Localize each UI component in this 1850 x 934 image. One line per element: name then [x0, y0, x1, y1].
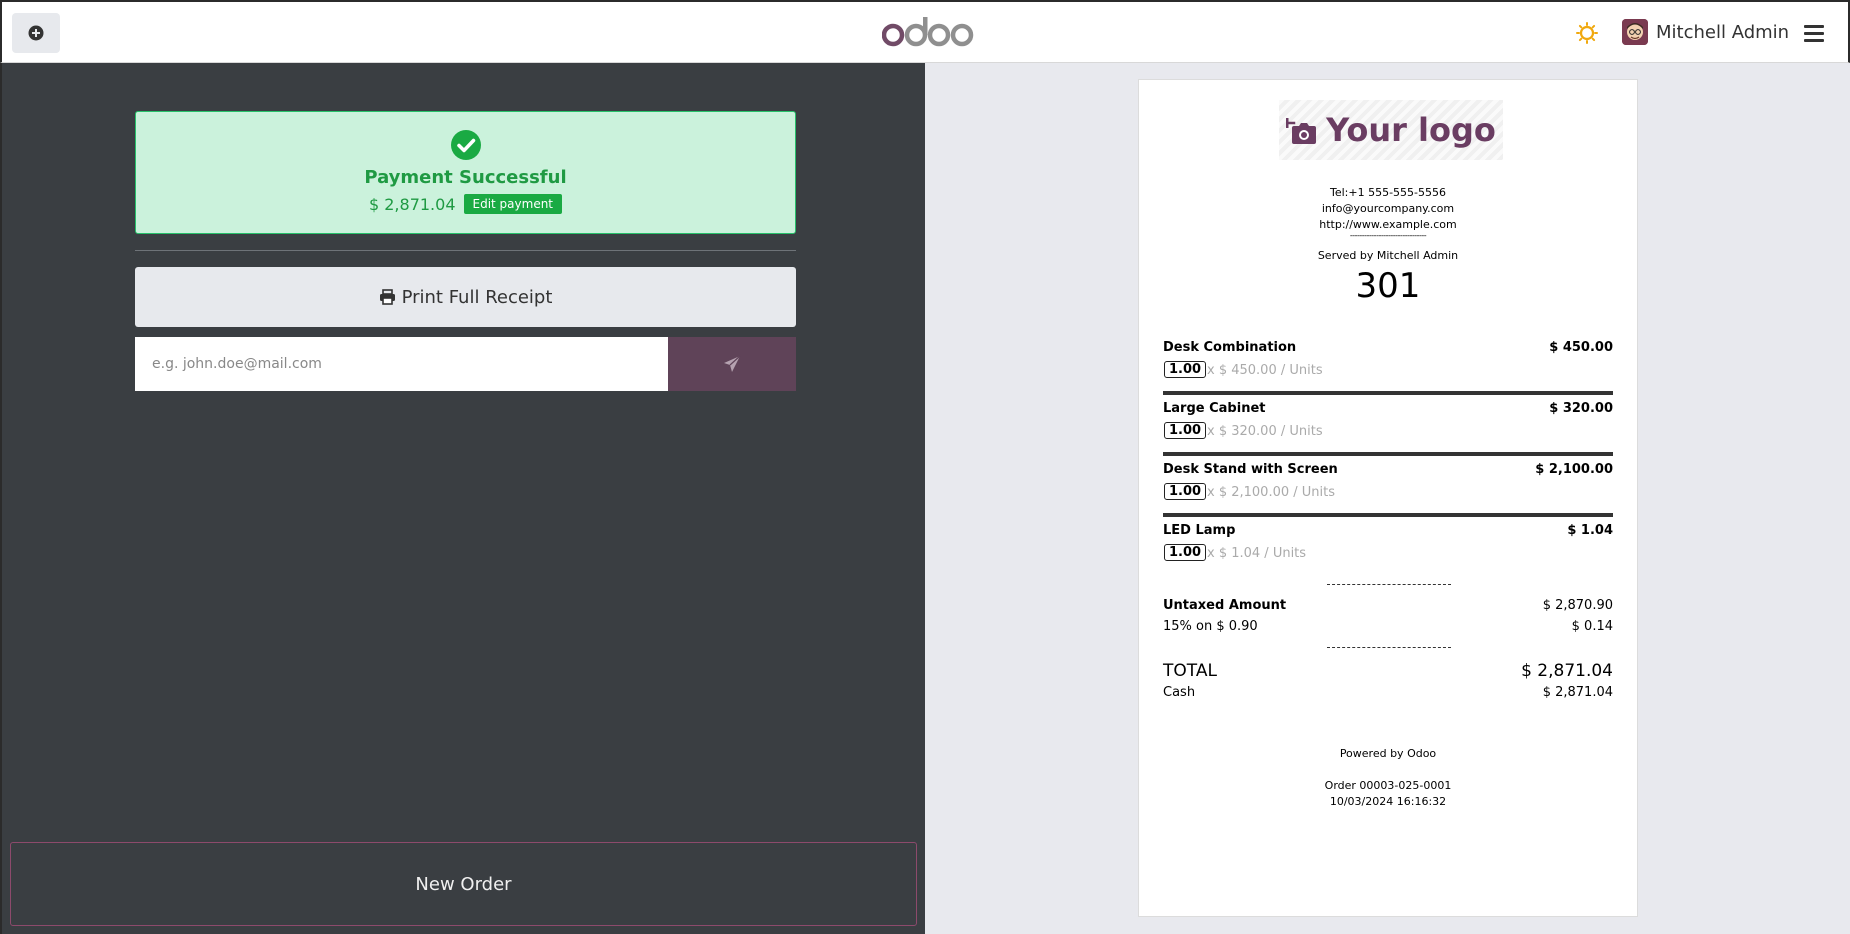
odoo-logo — [882, 17, 974, 47]
print-receipt-label: Print Full Receipt — [401, 286, 553, 308]
line-product-name: Desk Stand with Screen — [1163, 462, 1338, 477]
top-navbar: Mitchell Admin — [0, 0, 1850, 63]
line-product-name: Desk Combination — [1163, 340, 1297, 355]
order-line: Large Cabinet $ 320.00 1.00 x $ 320.00 /… — [1163, 401, 1613, 462]
cash-value: $ 2,871.04 — [1542, 685, 1613, 700]
edit-payment-button[interactable]: Edit payment — [463, 194, 563, 214]
line-price: $ 450.00 — [1549, 340, 1613, 355]
line-unit-price: x $ 2,100.00 / Units — [1207, 485, 1336, 500]
payment-status-title: Payment Successful — [364, 167, 567, 188]
plus-circle-icon — [28, 25, 44, 41]
receipt-panel: Your logo Tel:+1 555-555-5556 info@yourc… — [925, 63, 1850, 934]
payment-success-banner: Payment Successful $ 2,871.04 Edit payme… — [135, 111, 796, 234]
sun-icon[interactable] — [1576, 22, 1598, 44]
untaxed-row: Untaxed Amount $ 2,870.90 — [1163, 598, 1613, 613]
company-website: http://www.example.com — [1319, 218, 1457, 231]
receipt: Your logo Tel:+1 555-555-5556 info@yourc… — [1138, 79, 1638, 917]
total-row: TOTAL $ 2,871.04 — [1163, 661, 1613, 681]
line-quantity: 1.00 — [1164, 422, 1207, 439]
company-phone: Tel:+1 555-555-5556 — [1329, 186, 1446, 199]
printer-icon — [379, 289, 395, 305]
order-line: Desk Stand with Screen $ 2,100.00 1.00 x… — [1163, 462, 1613, 523]
line-product-name: LED Lamp — [1163, 523, 1236, 538]
user-avatar-icon — [1622, 19, 1648, 45]
new-order-button[interactable]: New Order — [10, 842, 917, 926]
totals-separator — [1327, 647, 1451, 648]
tax-row: 15% on $ 0.90 $ 0.14 — [1163, 619, 1613, 634]
powered-by: Powered by Odoo — [1339, 747, 1437, 760]
avatar — [1622, 19, 1648, 45]
company-email: info@yourcompany.com — [1321, 202, 1455, 215]
logo-placeholder-text: Your logo — [1326, 111, 1496, 149]
divider — [135, 250, 796, 251]
company-logo-placeholder[interactable]: Your logo — [1279, 100, 1503, 160]
line-product-name: Large Cabinet — [1163, 401, 1266, 416]
payment-screen-panel: Payment Successful $ 2,871.04 Edit payme… — [0, 63, 925, 934]
check-circle-icon — [451, 130, 481, 160]
tax-label: 15% on $ 0.90 — [1163, 619, 1258, 634]
line-price: $ 2,100.00 — [1535, 462, 1613, 477]
line-separator — [1163, 452, 1613, 456]
untaxed-value: $ 2,870.90 — [1542, 598, 1613, 613]
line-price: $ 1.04 — [1567, 523, 1613, 538]
tax-value: $ 0.14 — [1571, 619, 1613, 634]
new-session-button[interactable] — [12, 13, 60, 53]
line-quantity: 1.00 — [1164, 361, 1207, 378]
line-unit-price: x $ 1.04 / Units — [1207, 546, 1307, 561]
totals-separator — [1327, 584, 1451, 585]
cash-row: Cash $ 2,871.04 — [1163, 685, 1613, 700]
order-reference: Order 00003-025-0001 — [1324, 779, 1452, 792]
line-separator — [1163, 391, 1613, 395]
line-unit-price: x $ 320.00 / Units — [1207, 424, 1323, 439]
order-lines: Desk Combination $ 450.00 1.00 x $ 450.0… — [1163, 340, 1613, 584]
order-line: Desk Combination $ 450.00 1.00 x $ 450.0… — [1163, 340, 1613, 401]
order-datetime: 10/03/2024 16:16:32 — [1329, 795, 1447, 808]
send-email-button[interactable] — [668, 337, 796, 391]
user-name: Mitchell Admin — [1656, 21, 1790, 43]
header-separator: -------------------------------- — [1349, 231, 1427, 240]
payment-amount: $ 2,871.04 — [368, 194, 456, 214]
served-by: Served by Mitchell Admin — [1317, 249, 1459, 262]
hamburger-menu-icon[interactable] — [1802, 22, 1828, 44]
line-separator — [1163, 513, 1613, 517]
total-value: $ 2,871.04 — [1521, 661, 1613, 681]
payment-amount-row: $ 2,871.04 Edit payment — [136, 194, 795, 214]
line-quantity: 1.00 — [1164, 483, 1207, 500]
email-input[interactable] — [135, 337, 668, 391]
order-number: 301 — [1355, 266, 1421, 306]
total-label: TOTAL — [1163, 661, 1217, 681]
line-quantity: 1.00 — [1164, 544, 1207, 561]
line-price: $ 320.00 — [1549, 401, 1613, 416]
paper-plane-icon — [724, 355, 741, 372]
camera-plus-icon — [1286, 118, 1317, 144]
line-unit-price: x $ 450.00 / Units — [1207, 363, 1323, 378]
cash-label: Cash — [1163, 685, 1196, 700]
order-line: LED Lamp $ 1.04 1.00 x $ 1.04 / Units — [1163, 523, 1613, 584]
untaxed-label: Untaxed Amount — [1163, 598, 1287, 613]
user-menu[interactable]: Mitchell Admin — [1622, 19, 1789, 45]
print-receipt-button[interactable]: Print Full Receipt — [135, 267, 796, 327]
